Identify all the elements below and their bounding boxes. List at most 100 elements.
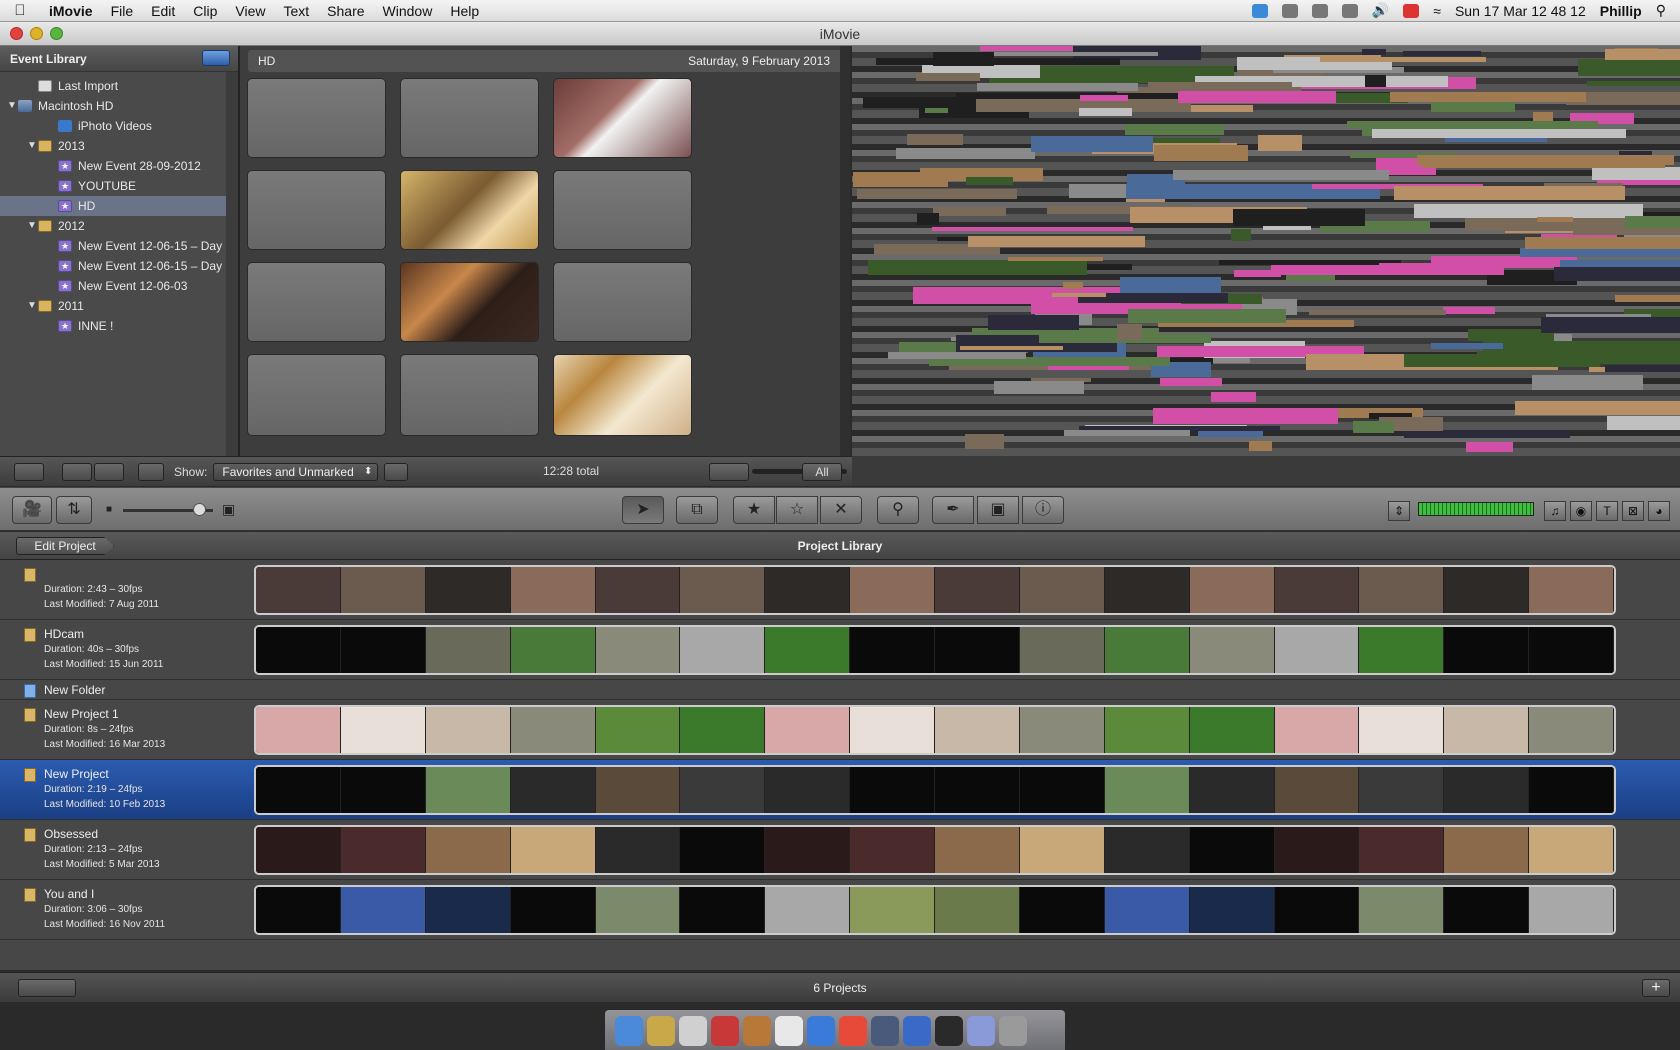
play-selection-button[interactable]	[94, 462, 124, 481]
clip-thumbnail[interactable]	[247, 354, 386, 436]
filmstrip-frame[interactable]	[1019, 707, 1105, 753]
filmstrip-frame[interactable]	[340, 707, 426, 753]
play-event-button[interactable]	[62, 462, 92, 481]
filmstrip-frame[interactable]	[1529, 827, 1614, 873]
filmstrip-frame[interactable]	[1444, 627, 1530, 673]
edit-project-button[interactable]: Edit Project	[16, 537, 114, 555]
filmstrip-frame[interactable]	[256, 627, 341, 673]
new-project-button[interactable]: +	[1642, 979, 1670, 997]
photos-browser-icon[interactable]: ◉	[1570, 501, 1592, 521]
itunes-icon[interactable]	[807, 1016, 835, 1046]
filmstrip-frame[interactable]	[680, 627, 766, 673]
filmstrip-frame[interactable]	[256, 827, 341, 873]
filmstrip-frame[interactable]	[1359, 887, 1445, 933]
disclosure-triangle-icon[interactable]: ▼	[6, 96, 18, 116]
filmstrip-frame[interactable]	[1529, 767, 1614, 813]
show-drives-button[interactable]	[202, 50, 230, 66]
transitions-browser-icon[interactable]: ⊠	[1622, 501, 1644, 521]
music-sound-effects-icon[interactable]: ♫	[1544, 501, 1566, 521]
project-row[interactable]: You and I Duration: 3:06 – 30fps Last Modi…	[0, 880, 1680, 940]
filmstrip-frame[interactable]	[595, 767, 681, 813]
search-event-button[interactable]	[138, 462, 164, 481]
filmstrip-frame[interactable]	[340, 767, 426, 813]
filmstrip-frame[interactable]	[1274, 567, 1360, 613]
filmstrip-frame[interactable]	[1274, 707, 1360, 753]
filmstrip-frame[interactable]	[425, 567, 511, 613]
show-filter-select[interactable]: Favorites and Unmarked	[213, 462, 379, 481]
menu-share[interactable]: Share	[318, 3, 373, 19]
clip-thumbnail[interactable]	[553, 262, 692, 342]
clip-thumbnail[interactable]	[400, 170, 539, 250]
filmstrip-frame[interactable]	[1019, 767, 1105, 813]
filmstrip-frame[interactable]	[510, 887, 596, 933]
wifi-icon[interactable]: ≈	[1433, 3, 1441, 19]
filmstrip-frame[interactable]	[680, 567, 766, 613]
filmstrip-frame[interactable]	[510, 707, 596, 753]
project-filmstrip[interactable]	[254, 825, 1616, 875]
filmstrip-frame[interactable]	[765, 707, 851, 753]
audio-skimming-button[interactable]	[709, 463, 749, 481]
titles-browser-icon[interactable]: T	[1596, 501, 1618, 521]
filmstrip-frame[interactable]	[1019, 627, 1105, 673]
filmstrip-frame[interactable]	[510, 567, 596, 613]
filmstrip-frame[interactable]	[1529, 567, 1614, 613]
event-library-item[interactable]: iPhoto Videos	[0, 116, 238, 136]
event-library-item[interactable]: ★ New Event 12-06-15 – Day 1	[0, 256, 238, 276]
menu-text[interactable]: Text	[274, 3, 318, 19]
filmstrip-frame[interactable]	[765, 827, 851, 873]
keyword-button[interactable]: ⚲	[877, 496, 919, 524]
spotlight-search-icon[interactable]: ⚲	[1656, 2, 1666, 19]
filmstrip-frame[interactable]	[425, 827, 511, 873]
filmstrip-frame[interactable]	[1359, 567, 1445, 613]
menu-window[interactable]: Window	[374, 3, 442, 19]
photo-booth-icon[interactable]	[711, 1016, 739, 1046]
filmstrip-frame[interactable]	[765, 567, 851, 613]
filmstrip-frame[interactable]	[850, 887, 935, 933]
preview-viewer[interactable]	[852, 46, 1680, 456]
garageband-icon[interactable]	[743, 1016, 771, 1046]
utility-icon[interactable]	[967, 1016, 995, 1046]
menu-help[interactable]: Help	[441, 3, 488, 19]
crop-button[interactable]: ▣	[977, 496, 1019, 524]
import-camera-button[interactable]: 🎥	[12, 496, 52, 524]
filmstrip-frame[interactable]	[1189, 767, 1275, 813]
inspector-info-button[interactable]: ⓘ	[1022, 496, 1064, 524]
filmstrip-frame[interactable]	[850, 567, 935, 613]
filmstrip-frame[interactable]	[425, 767, 511, 813]
event-library-item[interactable]: ★ New Event 12-06-03	[0, 276, 238, 296]
input-language-icon[interactable]	[1403, 3, 1420, 18]
chrome-icon[interactable]	[839, 1016, 867, 1046]
filmstrip-frame[interactable]	[850, 627, 935, 673]
menu-file[interactable]: File	[102, 3, 143, 19]
select-tool-button[interactable]: ➤	[622, 496, 664, 524]
preview-icon[interactable]	[775, 1016, 803, 1046]
project-row[interactable]: HDcam Duration: 40s – 30fps Last Modified:…	[0, 620, 1680, 680]
disclosure-triangle-icon[interactable]: ▼	[26, 216, 38, 236]
maps-backgrounds-icon[interactable]: ◕	[1648, 501, 1670, 521]
filmstrip-frame[interactable]	[935, 887, 1020, 933]
filmstrip-frame[interactable]	[1189, 707, 1275, 753]
clip-thumbnail[interactable]	[553, 354, 692, 436]
filmstrip-frame[interactable]	[1019, 567, 1105, 613]
filmstrip-frame[interactable]	[340, 627, 426, 673]
disclosure-triangle-icon[interactable]: ▼	[26, 136, 38, 156]
filmstrip-frame[interactable]	[1359, 827, 1445, 873]
filmstrip-frame[interactable]	[340, 567, 426, 613]
project-filmstrip[interactable]	[254, 625, 1616, 675]
event-browser-scrollbar[interactable]	[840, 46, 850, 456]
event-library-item[interactable]: ★ New Event 12-06-15 – Day 2	[0, 236, 238, 256]
swap-events-projects-button[interactable]: ⇅	[56, 496, 92, 524]
filmstrip-frame[interactable]	[595, 627, 681, 673]
audio-meter-toggle-icon[interactable]: ⇕	[1388, 501, 1410, 521]
filmstrip-frame[interactable]	[1529, 707, 1614, 753]
project-row[interactable]: Duration: 2:43 – 30fps Last Modified: 7 A…	[0, 560, 1680, 620]
filmstrip-frame[interactable]	[850, 827, 935, 873]
zoom-window-button[interactable]	[50, 27, 63, 40]
filmstrip-frame[interactable]	[1359, 767, 1445, 813]
event-library-item[interactable]: ▼ 2012	[0, 216, 238, 236]
filmstrip-frame[interactable]	[1019, 827, 1105, 873]
filmstrip-frame[interactable]	[1104, 827, 1190, 873]
clip-thumbnail[interactable]	[247, 262, 386, 342]
event-library-scrollbar[interactable]	[226, 72, 238, 456]
filmstrip-frame[interactable]	[680, 827, 766, 873]
